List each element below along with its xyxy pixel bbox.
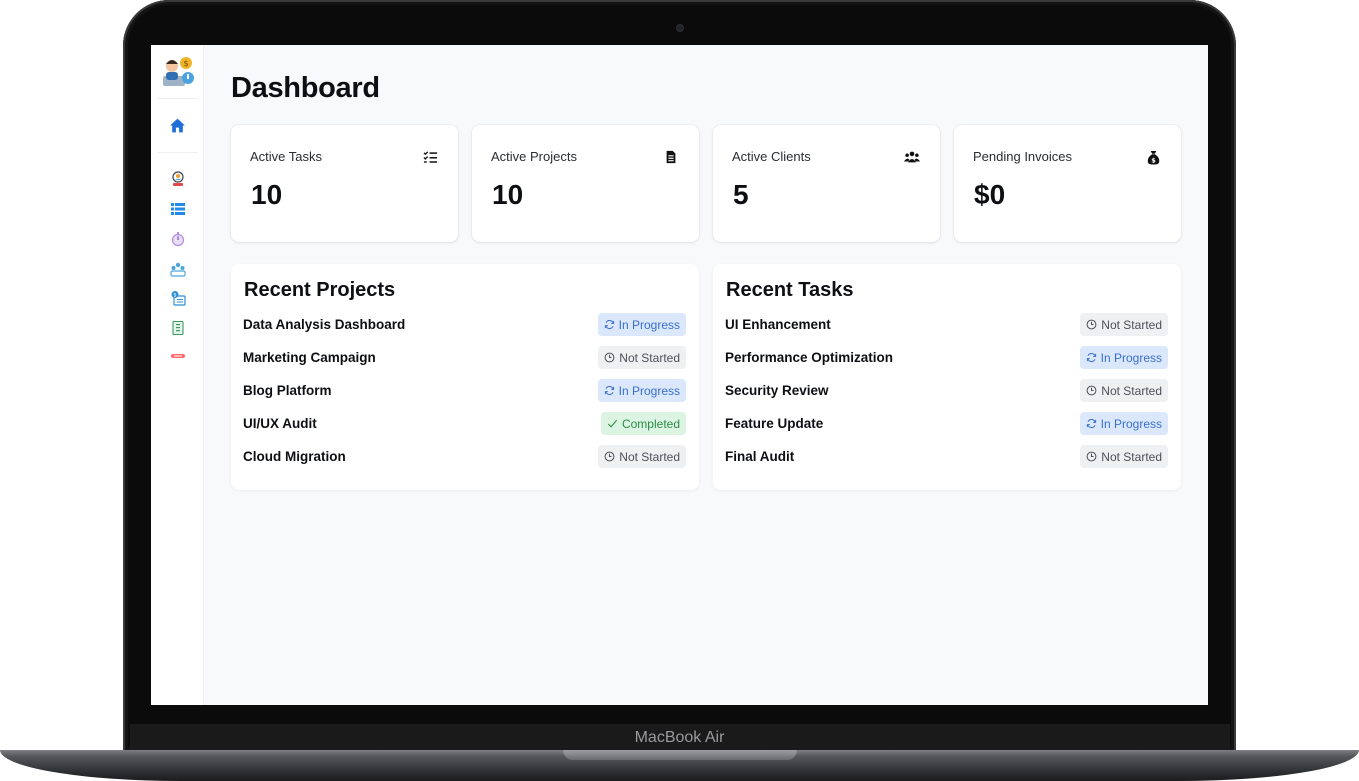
svg-text:$: $: [1151, 156, 1156, 164]
profile-badge-icon[interactable]: [169, 170, 186, 187]
stat-card-pending-invoices[interactable]: Pending Invoices $ $0: [954, 125, 1181, 242]
status-text: Not Started: [619, 449, 680, 464]
clock-icon: [604, 451, 615, 462]
list-item[interactable]: UI/UX Audit Completed: [243, 411, 686, 444]
users-icon: [904, 149, 920, 165]
clock-icon: [1086, 319, 1097, 330]
list-item[interactable]: Marketing Campaign Not Started: [243, 345, 686, 378]
document-icon[interactable]: [169, 319, 186, 336]
status-text: In Progress: [1100, 416, 1162, 431]
refresh-icon: [604, 385, 614, 396]
home-icon[interactable]: [169, 117, 186, 134]
list-item[interactable]: Performance Optimization In Progress: [725, 345, 1168, 378]
status-badge: Not Started: [1080, 313, 1168, 336]
status-text: Completed: [621, 416, 680, 431]
status-badge: Not Started: [598, 346, 686, 369]
sidebar: $ $: [151, 45, 204, 705]
project-name: Marketing Campaign: [243, 350, 376, 365]
status-text: Not Started: [1101, 317, 1162, 332]
clock-icon: [1086, 451, 1097, 462]
list-item[interactable]: UI Enhancement Not Started: [725, 312, 1168, 345]
list-item[interactable]: Feature Update In Progress: [725, 411, 1168, 444]
list-item[interactable]: Cloud Migration Not Started: [243, 444, 686, 477]
panel-title: Recent Projects: [244, 279, 396, 301]
task-name: Security Review: [725, 383, 829, 398]
status-text: In Progress: [1100, 350, 1162, 365]
logout-icon[interactable]: [169, 347, 186, 364]
refresh-icon: [1086, 352, 1096, 363]
svg-text:$: $: [173, 292, 176, 298]
stat-value: 5: [733, 179, 749, 210]
team-icon[interactable]: [169, 260, 186, 277]
list-item[interactable]: Blog Platform In Progress: [243, 378, 686, 411]
stat-label: Active Clients: [732, 149, 811, 164]
check-icon: [607, 419, 618, 428]
status-badge: In Progress: [597, 379, 686, 402]
invoice-card-icon[interactable]: $: [169, 289, 186, 306]
task-name: UI Enhancement: [725, 317, 831, 332]
task-name: Final Audit: [725, 449, 795, 464]
webcam: [677, 25, 683, 31]
stat-label: Pending Invoices: [973, 149, 1073, 164]
page-title: Dashboard: [231, 72, 380, 104]
status-text: Not Started: [1101, 383, 1162, 398]
clock-icon: [604, 352, 615, 363]
laptop-base-notch: [563, 750, 797, 760]
project-name: UI/UX Audit: [243, 416, 317, 431]
status-badge: Not Started: [598, 445, 686, 468]
stat-label: Active Tasks: [250, 149, 323, 164]
status-badge: Completed: [600, 412, 686, 435]
project-name: Blog Platform: [243, 383, 332, 398]
status-badge: Not Started: [1080, 445, 1168, 468]
status-badge: Not Started: [1080, 379, 1168, 402]
stat-label: Active Projects: [491, 149, 577, 164]
stat-card-active-clients[interactable]: Active Clients 5: [713, 125, 940, 242]
file-icon: [663, 149, 679, 165]
stat-value: $0: [974, 179, 1006, 210]
recent-tasks-list: UI Enhancement Not Started Performance O…: [725, 312, 1168, 477]
status-text: Not Started: [1101, 449, 1162, 464]
stat-card-active-projects[interactable]: Active Projects 10: [472, 125, 699, 242]
recent-projects-list: Data Analysis Dashboard In Progress Mark…: [243, 312, 686, 477]
status-text: In Progress: [618, 383, 680, 398]
team-avatar-logo[interactable]: $: [161, 54, 195, 88]
list-item[interactable]: Security Review Not Started: [725, 378, 1168, 411]
money-bag-icon: $: [1145, 149, 1161, 165]
recent-tasks-panel: Recent Tasks UI Enhancement Not Started …: [713, 264, 1181, 490]
main-content: Dashboard Active Tasks 10 Active Project…: [204, 45, 1208, 705]
sidebar-divider: [157, 152, 198, 153]
svg-text:$: $: [183, 59, 188, 68]
recent-projects-panel: Recent Projects Data Analysis Dashboard …: [231, 264, 699, 490]
status-text: In Progress: [618, 317, 680, 332]
list-item[interactable]: Data Analysis Dashboard In Progress: [243, 312, 686, 345]
list-item[interactable]: Final Audit Not Started: [725, 444, 1168, 477]
status-badge: In Progress: [1079, 346, 1168, 369]
task-name: Feature Update: [725, 416, 824, 431]
checklist-icon: [422, 149, 438, 165]
refresh-icon: [604, 319, 614, 330]
project-name: Cloud Migration: [243, 449, 346, 464]
project-name: Data Analysis Dashboard: [243, 317, 406, 332]
clock-icon: [1086, 385, 1097, 396]
list-icon[interactable]: [169, 200, 186, 217]
panel-title: Recent Tasks: [726, 279, 854, 301]
app-screen: $ $ Dashboard Active Tasks 10 Active Pro…: [151, 45, 1208, 705]
timer-icon[interactable]: [169, 230, 186, 247]
status-text: Not Started: [619, 350, 680, 365]
stat-card-active-tasks[interactable]: Active Tasks 10: [231, 125, 458, 242]
stat-value: 10: [251, 179, 283, 210]
status-badge: In Progress: [597, 313, 686, 336]
task-name: Performance Optimization: [725, 350, 894, 365]
sidebar-divider: [157, 98, 198, 99]
device-model-label: MacBook Air: [634, 729, 725, 746]
stat-value: 10: [492, 179, 524, 210]
refresh-icon: [1086, 418, 1096, 429]
status-badge: In Progress: [1079, 412, 1168, 435]
